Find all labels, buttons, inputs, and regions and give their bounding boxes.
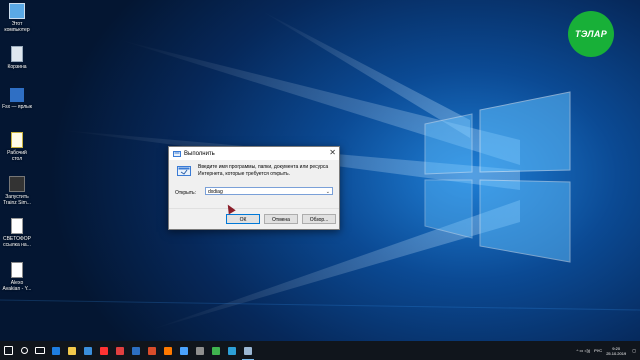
document-icon (11, 218, 23, 234)
run-dialog-title: Выполнить (184, 150, 215, 157)
desktop-icon-label: Запустить Trainz Sim... (3, 194, 31, 206)
app-icon-8[interactable] (224, 341, 240, 360)
desktop-icon-label: Этот компьютер (4, 21, 30, 33)
notification-icon[interactable]: ▢ (632, 348, 636, 353)
language-indicator[interactable]: РУС (594, 348, 602, 353)
app-icon-8-glyph (228, 346, 236, 355)
app-icon-5[interactable] (176, 341, 192, 360)
logo-text: ТЭЛАР (574, 29, 608, 39)
audio-file-icon (11, 262, 23, 278)
clock-date: 25.10.2019 (606, 350, 627, 356)
desktop-icon-desktop-file[interactable]: Рабочий стол (2, 132, 32, 162)
run-app-icon[interactable] (240, 341, 256, 360)
file-explorer-icon[interactable] (64, 341, 80, 360)
desktop-icon-audio[interactable]: Alexo Avakian - Y... (2, 262, 32, 292)
desktop-icon-label: Fsx — ярлык (2, 104, 32, 110)
app-icon-1-glyph (116, 346, 124, 355)
start-button-glyph (3, 346, 13, 355)
run-dialog-footer: ОК Отмена Обзор... (169, 208, 339, 229)
store-icon[interactable] (80, 341, 96, 360)
system-tray: ^ ▭ ◁)) РУС 9:20 25.10.2019 ▢ (577, 341, 640, 360)
edge-icon-glyph (52, 346, 60, 355)
desktop-icon-label: СВЕТОФОР ссылка на... (2, 236, 32, 248)
edge-icon[interactable] (48, 341, 64, 360)
channel-logo: ТЭЛАР (568, 11, 614, 57)
tray-icons[interactable]: ^ ▭ ◁)) (577, 348, 591, 353)
run-icon (173, 150, 181, 157)
recycle-bin-icon (11, 46, 23, 62)
app-icon-5-glyph (180, 346, 188, 355)
store-icon-glyph (84, 346, 92, 355)
airplane-icon (10, 88, 24, 102)
ok-button[interactable]: ОК (226, 214, 260, 224)
open-input-value: dxdiag (208, 189, 223, 195)
open-label: Открыть: (175, 190, 197, 196)
file-explorer-icon-glyph (68, 346, 76, 355)
desktop-icon-recycle-bin[interactable]: Корзина (2, 46, 32, 70)
app-icon-6-glyph (196, 346, 204, 355)
app-icon-2[interactable] (128, 341, 144, 360)
search-icon[interactable] (16, 341, 32, 360)
desktop-icon-fsx[interactable]: Fsx — ярлык (2, 88, 32, 110)
yandex-browser-icon-glyph (100, 346, 108, 355)
open-input[interactable]: dxdiag ⌄ (205, 187, 333, 195)
yandex-browser-icon[interactable] (96, 341, 112, 360)
app-icon-4-glyph (164, 346, 172, 355)
clock[interactable]: 9:20 25.10.2019 (606, 346, 626, 356)
run-dialog-description: Введите имя программы, папки, документа … (198, 164, 329, 177)
computer-icon (9, 3, 25, 19)
chevron-down-icon[interactable]: ⌄ (326, 188, 330, 196)
taskbar: ^ ▭ ◁)) РУС 9:20 25.10.2019 ▢ (0, 341, 640, 360)
document-icon (11, 132, 23, 148)
app-icon-7[interactable] (208, 341, 224, 360)
run-app-icon-glyph (244, 346, 252, 355)
app-icon-1[interactable] (112, 341, 128, 360)
app-icon-3-glyph (148, 346, 156, 355)
desktop: Этот компьютер Корзина Fsx — ярлык Рабоч… (0, 0, 640, 360)
task-view-icon-glyph (35, 347, 45, 354)
run-program-icon (177, 166, 191, 176)
search-icon-glyph (20, 347, 28, 354)
run-dialog: Выполнить ✕ Введите имя программы, папки… (168, 146, 340, 230)
task-view-icon[interactable] (32, 341, 48, 360)
app-icon-2-glyph (132, 346, 140, 355)
app-icon-7-glyph (212, 346, 220, 355)
train-icon (9, 176, 25, 192)
close-icon[interactable]: ✕ (329, 148, 336, 157)
app-icon-6[interactable] (192, 341, 208, 360)
desktop-icon-label: Alexo Avakian - Y... (2, 280, 32, 292)
browse-button[interactable]: Обзор... (302, 214, 336, 224)
start-button[interactable] (0, 341, 16, 360)
desktop-icon-this-pc[interactable]: Этот компьютер (2, 3, 32, 33)
run-dialog-body: Введите имя программы, папки, документа … (169, 160, 339, 229)
cancel-button[interactable]: Отмена (264, 214, 298, 224)
run-dialog-titlebar[interactable]: Выполнить ✕ (169, 147, 339, 160)
desktop-icon-trainz[interactable]: Запустить Trainz Sim... (2, 176, 32, 206)
app-icon-4[interactable] (160, 341, 176, 360)
desktop-icon-label: Рабочий стол (7, 150, 27, 162)
desktop-icon-label: Корзина (7, 64, 27, 70)
desktop-icon-svetofor[interactable]: СВЕТОФОР ссылка на... (2, 218, 32, 248)
app-icon-3[interactable] (144, 341, 160, 360)
taskbar-items (0, 341, 256, 360)
